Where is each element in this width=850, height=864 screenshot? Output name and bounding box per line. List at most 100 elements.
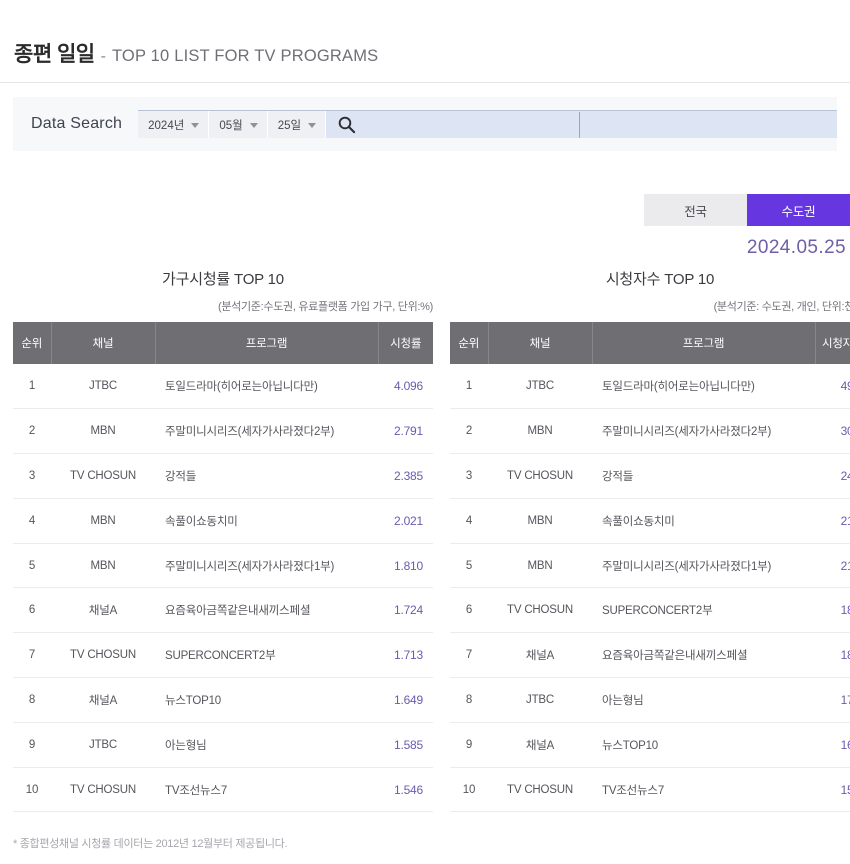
table-row[interactable]: 1JTBC토일드라마(히어로는아닙니다만)493	[450, 364, 850, 410]
panel-household-rating: 가구시청률 TOP 10 (분석기준:수도권, 유료플랫폼 가입 가구, 단위:…	[13, 268, 433, 813]
cell-rank: 4	[13, 498, 51, 544]
cell-rank: 1	[450, 364, 488, 410]
cell-rank: 4	[450, 498, 488, 544]
table-row[interactable]: 6TV CHOSUNSUPERCONCERT2부183	[450, 587, 850, 634]
cell-rank: 7	[450, 632, 488, 679]
footnote: * 종합편성채널 시청률 데이터는 2012년 12월부터 제공됩니다.	[13, 838, 288, 850]
cell-value: 183	[815, 587, 850, 634]
table-row[interactable]: 1 JTBC 토일드라마(히어로는아닙니다만) 4.096	[13, 364, 433, 410]
table-row[interactable]: 8JTBC아는형님176	[450, 677, 850, 723]
tab-nationwide[interactable]: 전국	[644, 194, 747, 226]
cell-channel: 채널A	[488, 722, 592, 768]
cell-rank: 6	[13, 587, 51, 634]
search-input[interactable]	[366, 111, 580, 138]
cell-channel: MBN	[488, 498, 592, 544]
column-header-rank: 순위	[13, 322, 52, 364]
cell-value: 2.385	[378, 453, 433, 499]
table-row[interactable]: 7 TV CHOSUN SUPERCONCERT2부 1.713	[13, 632, 433, 679]
cell-rank: 2	[13, 408, 51, 455]
cell-program: 주말미니시리즈(세자가사라졌다2부)	[155, 408, 378, 455]
cell-program: SUPERCONCERT2부	[592, 587, 815, 634]
table-row[interactable]: 7채널A요즘육아금쪽같은내새끼스페셜180	[450, 632, 850, 679]
search-field-group	[326, 110, 837, 138]
selected-date: 2024.05.25	[746, 237, 846, 258]
cell-channel: MBN	[488, 408, 592, 455]
cell-program: 강적들	[592, 453, 815, 499]
page-title-en: TOP 10 LIST FOR TV PROGRAMS	[111, 47, 379, 65]
cell-program: 아는형님	[155, 722, 378, 768]
cell-program: 요즘육아금쪽같은내새끼스페셜	[592, 632, 815, 679]
cell-program: 강적들	[155, 453, 378, 499]
cell-program: 뉴스TOP10	[155, 677, 378, 723]
column-header-value: 시청자수	[815, 322, 850, 364]
column-header-program: 프로그램	[155, 322, 379, 364]
cell-program: 속풀이쇼동치미	[155, 498, 378, 544]
cell-program: 주말미니시리즈(세자가사라졌다1부)	[155, 543, 378, 589]
table-row[interactable]: 8 채널A 뉴스TOP10 1.649	[13, 677, 433, 723]
cell-value: 1.649	[378, 677, 433, 723]
cell-channel: TV CHOSUN	[51, 767, 155, 813]
table-row[interactable]: 9 JTBC 아는형님 1.585	[13, 722, 433, 768]
month-select-value: 05월	[219, 119, 243, 132]
cell-value: 1.585	[378, 722, 433, 768]
year-select[interactable]: 2024년	[138, 111, 210, 138]
household-rating-table: 순위 채널 프로그램 시청률 1 JTBC 토일드라마(히어로는아닙니다만) 4.09…	[13, 322, 433, 813]
search-icon	[338, 116, 355, 134]
viewers-table: 순위 채널 프로그램 시청자수 1JTBC토일드라마(히어로는아닙니다만)493…	[450, 322, 850, 813]
cell-channel: JTBC	[488, 677, 592, 723]
cell-channel: MBN	[488, 543, 592, 589]
table-row[interactable]: 10 TV CHOSUN TV조선뉴스7 1.546	[13, 767, 433, 813]
cell-program: 토일드라마(히어로는아닙니다만)	[592, 364, 815, 410]
cell-rank: 10	[450, 767, 488, 813]
tab-metropolitan[interactable]: 수도권	[747, 194, 850, 226]
cell-rank: 9	[13, 722, 51, 768]
chevron-down-icon	[191, 122, 200, 128]
table-header-row: 순위 채널 프로그램 시청률	[13, 322, 433, 364]
table-row[interactable]: 3TV CHOSUN강적들240	[450, 453, 850, 499]
cell-value: 176	[815, 677, 850, 723]
panel-subtitle: (분석기준:수도권, 유료플랫폼 가입 가구, 단위:%)	[217, 301, 433, 313]
table-row[interactable]: 2 MBN 주말미니시리즈(세자가사라졌다2부) 2.791	[13, 408, 433, 455]
title-dash: -	[100, 48, 106, 65]
cell-rank: 8	[450, 677, 488, 723]
cell-channel: TV CHOSUN	[488, 767, 592, 813]
cell-channel: 채널A	[488, 632, 592, 679]
day-select[interactable]: 25일	[267, 111, 327, 138]
page-header: 종편 일일 - TOP 10 LIST FOR TV PROGRAMS	[0, 0, 850, 83]
cell-rank: 1	[13, 364, 51, 410]
cell-value: 2.021	[378, 498, 433, 544]
cell-value: 180	[815, 632, 850, 679]
cell-program: SUPERCONCERT2부	[155, 632, 378, 679]
secondary-search-input[interactable]	[580, 111, 825, 138]
cell-value: 2.791	[378, 408, 433, 455]
table-row[interactable]: 4MBN속풀이쇼동치미215	[450, 498, 850, 544]
table-row[interactable]: 6 채널A 요즘육아금쪽같은내새끼스페셜 1.724	[13, 587, 433, 634]
table-row[interactable]: 5 MBN 주말미니시리즈(세자가사라졌다1부) 1.810	[13, 543, 433, 589]
panel-viewers: 시청자수 TOP 10 (분석기준: 수도권, 개인, 단위:천 명) 순위 채…	[450, 268, 850, 813]
search-button[interactable]	[326, 115, 366, 134]
cell-channel: JTBC	[51, 722, 155, 768]
cell-value: 240	[815, 453, 850, 499]
panel-subtitle: (분석기준: 수도권, 개인, 단위:천 명)	[713, 301, 850, 313]
table-row[interactable]: 4 MBN 속풀이쇼동치미 2.021	[13, 498, 433, 544]
cell-channel: TV CHOSUN	[51, 632, 155, 679]
table-row[interactable]: 2MBN주말미니시리즈(세자가사라졌다2부)303	[450, 408, 850, 455]
cell-rank: 3	[13, 453, 51, 499]
month-select[interactable]: 05월	[209, 111, 268, 138]
cell-value: 303	[815, 408, 850, 455]
cell-rank: 5	[450, 543, 488, 589]
cell-channel: TV CHOSUN	[488, 453, 592, 499]
table-row[interactable]: 3 TV CHOSUN 강적들 2.385	[13, 453, 433, 499]
table-row[interactable]: 9채널A뉴스TOP10169	[450, 722, 850, 768]
cell-rank: 7	[13, 632, 51, 679]
cell-rank: 9	[450, 722, 488, 768]
table-row[interactable]: 10TV CHOSUNTV조선뉴스7158	[450, 767, 850, 813]
panel-title: 시청자수 TOP 10	[605, 271, 715, 288]
cell-channel: MBN	[51, 408, 155, 455]
cell-channel: 채널A	[51, 587, 155, 634]
data-search-label: Data Search	[31, 115, 123, 132]
cell-value: 1.810	[378, 543, 433, 589]
table-row[interactable]: 5MBN주말미니시리즈(세자가사라졌다1부)212	[450, 543, 850, 589]
cell-program: TV조선뉴스7	[155, 767, 378, 813]
cell-value: 1.713	[378, 632, 433, 679]
